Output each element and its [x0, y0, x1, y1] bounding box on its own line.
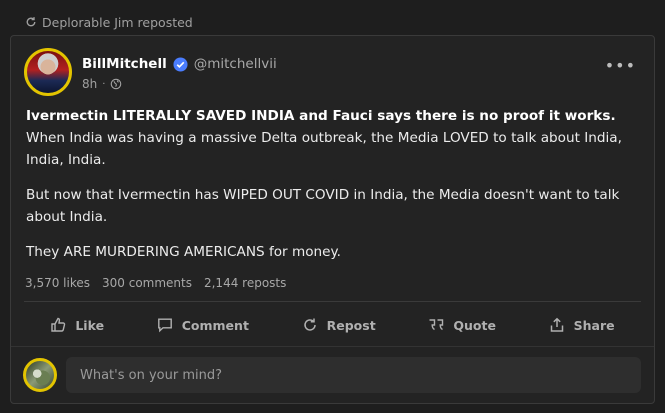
- post-paragraph-2: But now that Ivermectin has WIPED OUT CO…: [26, 187, 620, 225]
- post-bold-text: Ivermectin LITERALLY SAVED INDIA and Fau…: [26, 108, 616, 124]
- author-handle[interactable]: @mitchellvii: [194, 56, 277, 72]
- post-meta: 8h ·: [82, 77, 122, 91]
- meta-separator: ·: [102, 78, 106, 90]
- post-stats: 3,570 likes 300 comments 2,144 reposts: [25, 276, 286, 290]
- composer-divider: [11, 346, 654, 347]
- author-avatar[interactable]: [24, 48, 72, 96]
- repost-icon: [26, 17, 36, 27]
- post-body: Ivermectin LITERALLY SAVED INDIA and Fau…: [26, 105, 626, 276]
- current-user-avatar[interactable]: [23, 358, 57, 392]
- composer-input[interactable]: [66, 357, 641, 393]
- repost-button[interactable]: Repost: [292, 313, 386, 337]
- share-label: Share: [573, 317, 615, 333]
- post-actions: Like Comment Repost Quote Share: [24, 309, 641, 341]
- repost-icon: [303, 318, 316, 331]
- repost-indicator[interactable]: Deplorable Jim reposted: [25, 13, 193, 31]
- likes-count[interactable]: 3,570 likes: [25, 276, 90, 290]
- like-label: Like: [75, 317, 105, 333]
- comment-icon: [157, 318, 172, 333]
- post-text-rest: When India was having a massive Delta ou…: [26, 130, 622, 168]
- author-line: BillMitchell @mitchellvii: [82, 56, 277, 72]
- quote-button[interactable]: Quote: [418, 313, 506, 337]
- verified-badge-icon: [173, 56, 188, 72]
- globe-icon: [111, 78, 122, 90]
- post-card: BillMitchell @mitchellvii 8h · ••• Iverm…: [10, 35, 655, 404]
- share-icon: [550, 317, 563, 332]
- quote-label: Quote: [453, 317, 496, 333]
- share-button[interactable]: Share: [539, 313, 625, 337]
- repost-label: Deplorable Jim reposted: [42, 14, 193, 30]
- comment-button[interactable]: Comment: [147, 313, 259, 337]
- post-time[interactable]: 8h: [82, 77, 97, 91]
- reposts-count[interactable]: 2,144 reposts: [204, 276, 286, 290]
- author-name[interactable]: BillMitchell: [82, 56, 167, 72]
- comments-count[interactable]: 300 comments: [102, 276, 192, 290]
- comment-label: Comment: [181, 317, 249, 333]
- actions-divider: [24, 301, 641, 302]
- repost-label: Repost: [326, 317, 376, 333]
- post-paragraph-3: They ARE MURDERING AMERICANS for money.: [26, 244, 341, 260]
- more-options-button[interactable]: •••: [605, 56, 636, 75]
- post-paragraph-1: Ivermectin LITERALLY SAVED INDIA and Fau…: [26, 105, 626, 171]
- like-button[interactable]: Like: [40, 313, 114, 337]
- thumbs-up-icon: [51, 317, 66, 332]
- quote-icon: [429, 319, 444, 331]
